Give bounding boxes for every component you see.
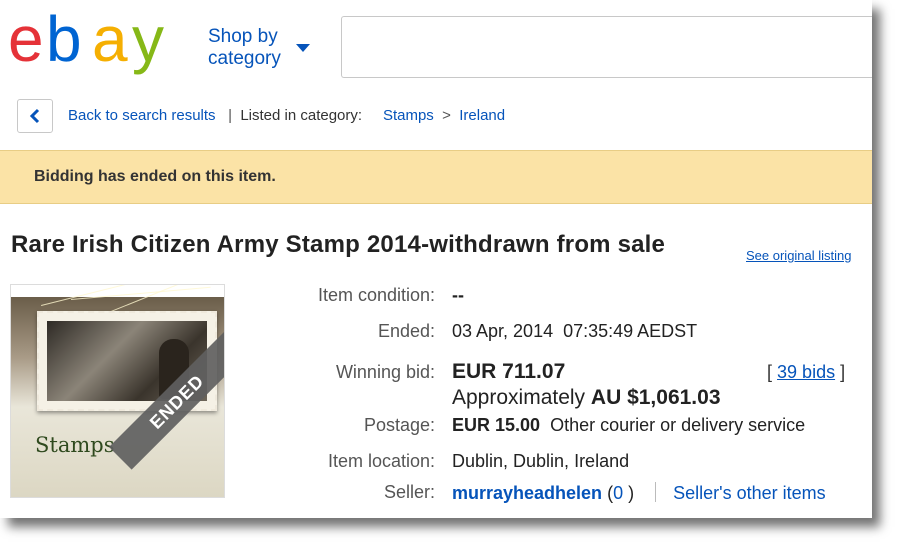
logo-letter-y: y bbox=[132, 3, 164, 75]
logo-letter-b: b bbox=[46, 3, 82, 75]
search-input[interactable] bbox=[341, 16, 872, 78]
shop-by-category-button[interactable]: Shop by category bbox=[208, 26, 310, 70]
bid-count: [ 39 bids ] bbox=[767, 362, 845, 383]
seller-feedback-link[interactable]: 0 bbox=[613, 483, 623, 503]
item-title: Rare Irish Citizen Army Stamp 2014-withd… bbox=[11, 231, 666, 258]
seller-value-group: murrayheadhelen (0 ) Seller's other item… bbox=[452, 482, 826, 504]
postage-service: Other courier or delivery service bbox=[550, 415, 806, 435]
postage-label: Postage: bbox=[363, 415, 435, 435]
category-link-stamps[interactable]: Stamps bbox=[383, 107, 434, 124]
approx-value: AU $1,061.03 bbox=[590, 386, 721, 409]
condition-label: Item condition: bbox=[317, 285, 435, 305]
ended-value: 03 Apr, 2014 07:35:49 AEDST bbox=[452, 321, 698, 341]
ended-label: Ended: bbox=[377, 321, 435, 341]
page-frame: e b a y Shop by category Back to search … bbox=[0, 0, 872, 518]
condition-value: -- bbox=[452, 285, 464, 305]
bid-history-link[interactable]: 39 bids bbox=[777, 362, 835, 382]
postage-value-group: EUR 15.00 Other courier or delivery serv… bbox=[452, 415, 805, 436]
approx-prefix: Approximately bbox=[452, 386, 586, 409]
winning-bid-value: EUR 711.07 bbox=[452, 360, 566, 383]
breadcrumb-arrow: > bbox=[442, 107, 451, 124]
winning-bid-label: Winning bid: bbox=[335, 362, 435, 382]
chevron-down-icon bbox=[296, 44, 310, 52]
category-link-ireland[interactable]: Ireland bbox=[459, 107, 505, 124]
shop-by-line2: category bbox=[208, 48, 281, 69]
seller-name-link[interactable]: murrayheadhelen bbox=[452, 483, 602, 503]
bids-bracket-close: ] bbox=[840, 362, 846, 382]
listed-in-label: Listed in category: bbox=[240, 107, 363, 124]
location-label: Item location: bbox=[327, 451, 435, 471]
approx-text: Approximately AU $1,061.03 bbox=[452, 386, 721, 410]
breadcrumb: Back to search results | Listed in categ… bbox=[68, 107, 505, 124]
seller-label: Seller: bbox=[383, 482, 435, 502]
chevron-left-icon bbox=[29, 108, 40, 124]
see-original-listing-link[interactable]: See original listing bbox=[746, 248, 852, 263]
status-banner-text: Bidding has ended on this item. bbox=[34, 168, 276, 185]
ebay-logo[interactable]: e b a y bbox=[8, 3, 188, 86]
back-to-search-link[interactable]: Back to search results bbox=[68, 107, 216, 124]
bids-bracket-open: [ bbox=[767, 362, 773, 382]
logo-letter-e: e bbox=[8, 3, 44, 75]
location-value: Dublin, Dublin, Ireland bbox=[452, 451, 630, 471]
divider bbox=[655, 482, 657, 502]
seller-feedback-close: ) bbox=[628, 483, 635, 503]
shop-by-line1: Shop by bbox=[208, 26, 278, 47]
back-button[interactable] bbox=[17, 99, 53, 133]
logo-letter-a: a bbox=[92, 3, 128, 75]
postage-value: EUR 15.00 bbox=[452, 415, 541, 435]
seller-other-items-link[interactable]: Seller's other items bbox=[673, 483, 826, 503]
status-banner: Bidding has ended on this item. bbox=[0, 150, 872, 204]
